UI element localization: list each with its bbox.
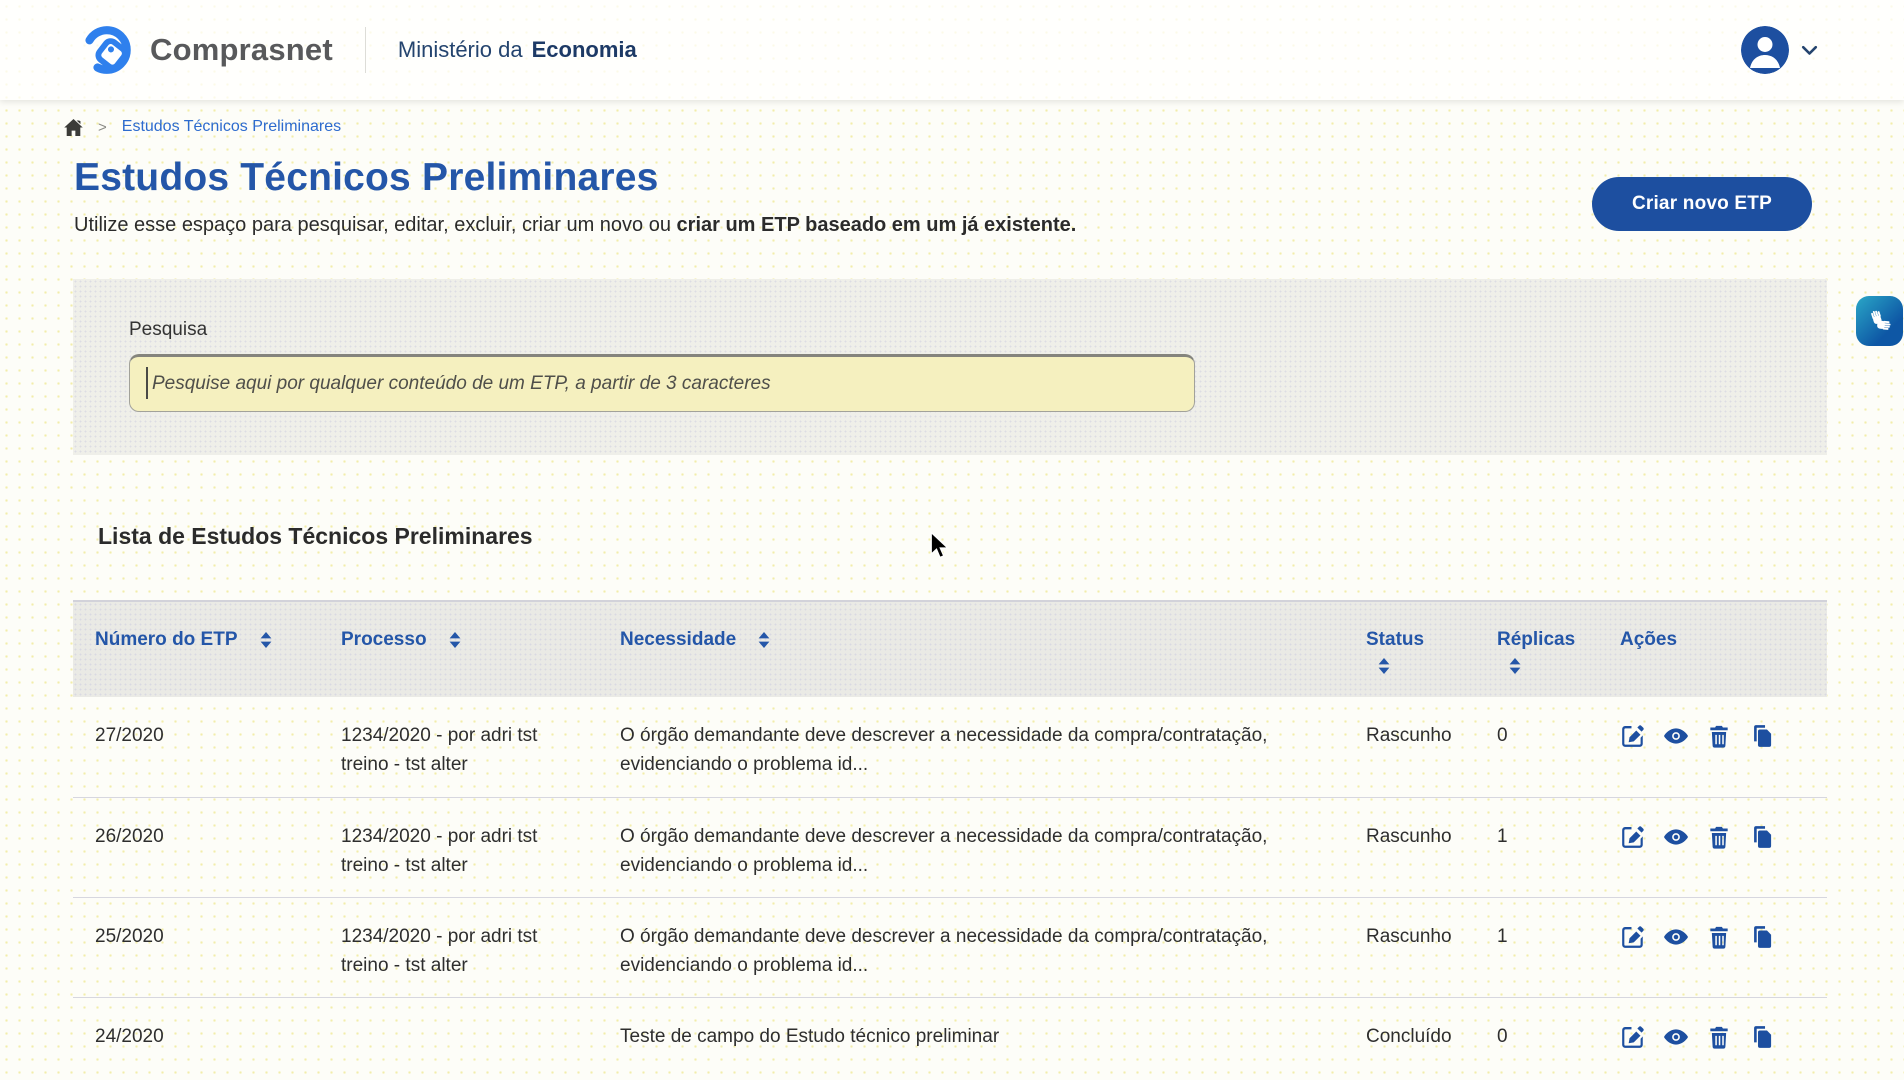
ministry-prefix: Ministério da [398,37,523,63]
page-head: Estudos Técnicos Preliminares Utilize es… [74,156,1827,237]
sort-icon[interactable] [260,632,272,648]
search-input[interactable] [129,354,1195,412]
breadcrumb-separator: > [98,119,107,136]
cell-necessidade: O órgão demandante deve descrever a nece… [620,822,1366,880]
cell-status: Rascunho [1366,822,1497,851]
search-input-wrap [129,354,1195,412]
delete-icon[interactable] [1706,824,1732,850]
table-header-row: Número do ETP Processo Necessidade Statu… [73,600,1827,697]
cell-status: Concluído [1366,1022,1497,1051]
ministry-title: Ministério da Economia [398,37,637,63]
cell-etp: 24/2020 [95,1022,341,1051]
column-header-status[interactable]: Status [1366,629,1497,674]
cell-necessidade: Teste de campo do Estudo técnico prelimi… [620,1022,1366,1051]
cell-necessidade: O órgão demandante deve descrever a nece… [620,922,1366,980]
breadcrumb: > Estudos Técnicos Preliminares [64,118,1904,136]
sort-icon[interactable] [1509,658,1521,674]
search-label: Pesquisa [129,319,1827,341]
sort-icon[interactable] [758,632,770,648]
column-header-acoes: Ações [1620,629,1805,651]
sort-icon[interactable] [1378,658,1390,674]
cell-processo: 1234/2020 - por adri tst treino - tst al… [341,822,620,880]
column-header-processo[interactable]: Processo [341,629,620,651]
cell-status: Rascunho [1366,721,1497,750]
view-icon[interactable] [1663,924,1689,950]
column-label: Necessidade [620,629,736,651]
column-label: Processo [341,629,427,651]
text-caret [146,367,148,399]
user-avatar-icon[interactable] [1741,26,1789,74]
comprasnet-logo[interactable]: Comprasnet [80,22,333,78]
delete-icon[interactable] [1706,924,1732,950]
header-divider [365,27,366,73]
column-label: Ações [1620,629,1677,651]
cell-necessidade: O órgão demandante deve descrever a nece… [620,721,1366,779]
delete-icon[interactable] [1706,723,1732,749]
edit-icon[interactable] [1620,824,1646,850]
column-label: Réplicas [1497,629,1575,651]
table-row: 26/2020 1234/2020 - por adri tst treino … [73,797,1827,897]
column-label: Número do ETP [95,629,238,651]
etp-table: Número do ETP Processo Necessidade Statu… [73,600,1827,1080]
comprasnet-logo-icon [80,22,136,78]
page-title: Estudos Técnicos Preliminares [74,156,1827,200]
copy-icon[interactable] [1749,824,1775,850]
table-row: 25/2020 1234/2020 - por adri tst treino … [73,897,1827,997]
delete-icon[interactable] [1706,1024,1732,1050]
view-icon[interactable] [1663,824,1689,850]
app-header: Comprasnet Ministério da Economia [0,0,1904,100]
subtitle-bold: criar um ETP baseado em um já existente [677,214,1071,236]
home-icon[interactable] [64,119,83,136]
cell-etp: 26/2020 [95,822,341,851]
brand-name: Comprasnet [150,32,333,68]
create-etp-button[interactable]: Criar novo ETP [1592,177,1812,231]
subtitle-normal: Utilize esse espaço para pesquisar, edit… [74,214,677,236]
cell-etp: 25/2020 [95,922,341,951]
edit-icon[interactable] [1620,723,1646,749]
edit-icon[interactable] [1620,1024,1646,1050]
column-header-necessidade[interactable]: Necessidade [620,629,1366,651]
cell-replicas: 1 [1497,822,1620,851]
cell-replicas: 1 [1497,922,1620,951]
cell-etp: 27/2020 [95,721,341,750]
ministry-bold: Economia [532,37,637,63]
breadcrumb-current[interactable]: Estudos Técnicos Preliminares [122,118,341,136]
user-menu[interactable] [1741,26,1818,74]
table-row: 24/2020 Teste de campo do Estudo técnico… [73,997,1827,1080]
cell-processo: 1234/2020 - por adri tst treino - tst al… [341,922,620,980]
cell-replicas: 0 [1497,721,1620,750]
sort-icon[interactable] [449,632,461,648]
table-row: 27/2020 1234/2020 - por adri tst treino … [73,697,1827,797]
edit-icon[interactable] [1620,924,1646,950]
copy-icon[interactable] [1749,1024,1775,1050]
column-header-numero[interactable]: Número do ETP [95,629,341,651]
view-icon[interactable] [1663,1024,1689,1050]
cell-replicas: 0 [1497,1022,1620,1051]
handtalk-libras-icon[interactable] [1856,296,1903,346]
list-heading: Lista de Estudos Técnicos Preliminares [98,523,1904,550]
row-actions [1620,723,1805,749]
copy-icon[interactable] [1749,723,1775,749]
cell-status: Rascunho [1366,922,1497,951]
subtitle-end: . [1071,214,1077,236]
view-icon[interactable] [1663,723,1689,749]
cell-processo: 1234/2020 - por adri tst treino - tst al… [341,721,620,779]
copy-icon[interactable] [1749,924,1775,950]
chevron-down-icon[interactable] [1801,45,1818,56]
page-subtitle: Utilize esse espaço para pesquisar, edit… [74,214,1827,237]
search-panel: Pesquisa [73,279,1827,455]
row-actions [1620,824,1805,850]
column-header-replicas[interactable]: Réplicas [1497,629,1620,674]
row-actions [1620,924,1805,950]
row-actions [1620,1024,1805,1050]
column-label: Status [1366,629,1424,651]
